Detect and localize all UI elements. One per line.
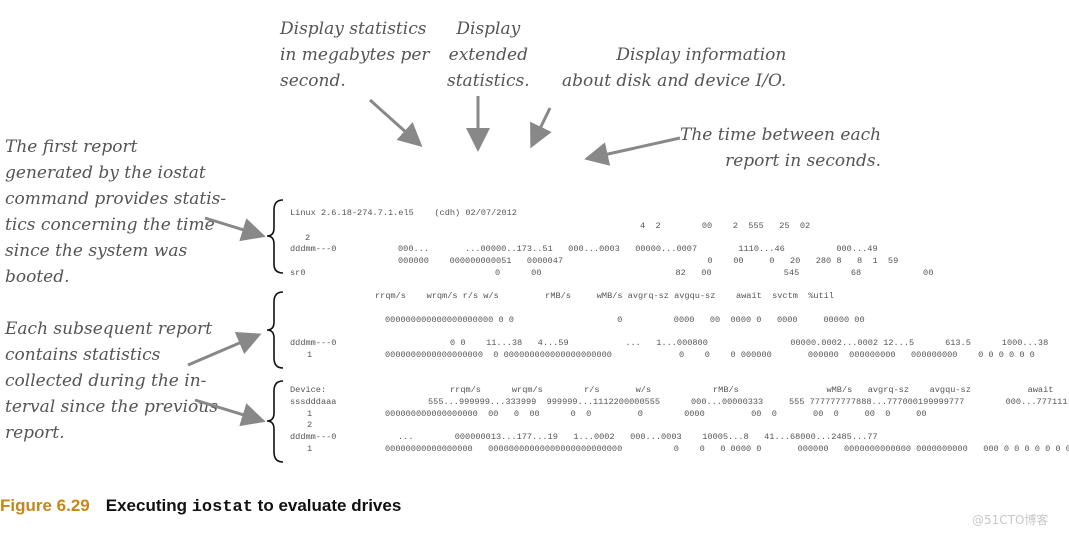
terminal-line: 0000000000000000000 0 000000000000000000… [385,350,1035,360]
brace-icon [266,380,284,463]
terminal-line: 0 00 82 00 545 68 00 [495,268,934,278]
brace-icon [266,199,284,274]
arrow-icon [187,332,262,367]
terminal-line: 0 0 11...38 4...59 ... 1...000800 00000.… [450,338,1049,348]
brace-icon [266,291,284,369]
caption-before: Executing [105,496,192,515]
terminal-line: 1 [307,409,313,419]
caption-text: Executing iostat to evaluate drives [105,496,402,517]
caption-after: to evaluate drives [252,496,402,515]
arrow-icon [530,107,552,149]
arrow-icon [194,398,266,427]
terminal-header: rrqm/s wrqm/s r/s w/s rMB/s wMB/s avgrq-… [450,385,1069,395]
terminal-line: 000000 000000000051 0000047 0 00 0 20 28… [398,256,899,266]
terminal-header: rrqm/s wrqm/s r/s w/s rMB/s wMB/s avgrq-… [375,291,834,301]
terminal-line: 4 2 00 2 555 25 02 [640,221,811,231]
arrow-icon [204,216,266,242]
arrow-icon [368,98,423,148]
terminal-line: 00000000000000000 0000000000000000000000… [385,444,1069,454]
terminal-line: 000000000000000000000 0 0 0 0000 00 0000… [385,315,865,325]
terminal-line: 2 [307,420,313,430]
watermark: @51CTO博客 [972,513,1049,527]
terminal-line: sr0 [290,268,306,278]
terminal-line: sssdddaaa [290,397,337,407]
figure-number: Figure 6.29 [0,496,90,515]
caption-command: iostat [191,498,253,517]
terminal-line: Linux 2.6.18-274.7.1.el5 (cdh) 02/07/201… [290,208,517,218]
terminal-line: 2 [305,233,311,243]
terminal-line: dddmm---0 [290,244,337,254]
terminal-line: Device: [290,385,327,395]
arrow-icon [584,136,681,166]
terminal-line: ... 000000013...177...19 1...0002 000...… [398,432,878,442]
terminal-line: 1 [307,444,313,454]
terminal-line: 000000000000000000 00 0 00 0 0 0 0000 00… [385,409,927,419]
terminal-line: 555...999999...333999 999999...111220000… [428,397,1068,407]
terminal-line: dddmm---0 [290,338,337,348]
terminal-line: dddmm---0 [290,432,337,442]
figure-page: Display statistics in megabytes per seco… [0,0,1069,535]
figure-caption: Figure 6.29 Executing iostat to evaluate … [0,496,401,517]
terminal-line: 000... ...00000..173..51 000...0003 0000… [398,244,878,254]
terminal-line: 1 [307,350,313,360]
